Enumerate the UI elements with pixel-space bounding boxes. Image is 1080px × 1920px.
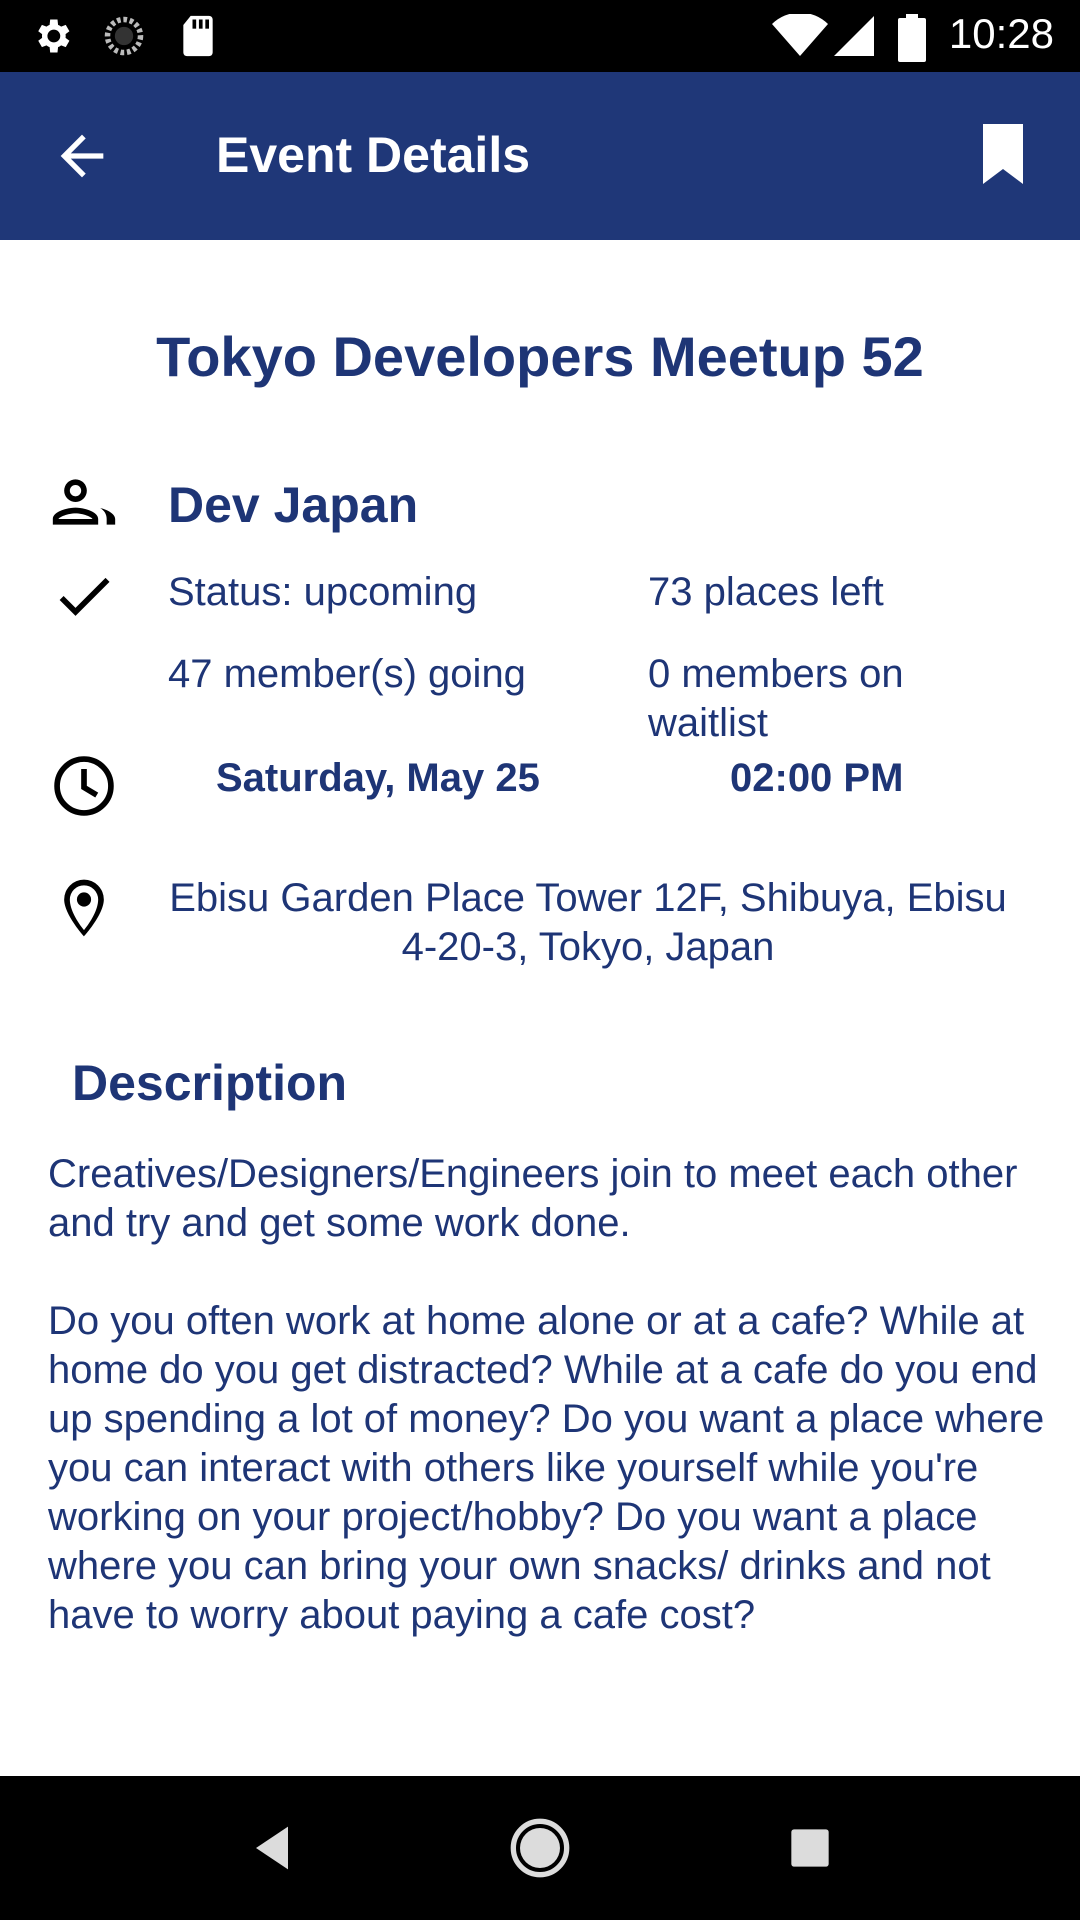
description-text: Creatives/Designers/Engineers join to me… [48,1152,1045,1637]
check-icon [59,577,110,616]
system-nav-bar [0,1776,1080,1920]
page-title: Event Details [216,127,531,183]
event-time: 02:00 PM [730,756,904,800]
event-address[interactable]: Ebisu Garden Place Tower 12F, Shibuya, E… [150,874,1026,972]
app-bar: Event Details [0,72,1080,240]
event-details-content: Tokyo Developers Meetup 52 Dev Japan Sta… [0,240,1080,1776]
nav-back-icon[interactable] [240,1816,304,1880]
wifi-icon [772,14,828,56]
group-icon [52,479,116,525]
battery-icon [898,14,926,62]
event-date: Saturday, May 25 [216,756,540,800]
location-pin-icon [64,879,104,937]
event-title: Tokyo Developers Meetup 52 [156,325,924,388]
signal-icon [834,16,874,56]
members-going: 47 member(s) going [168,652,526,696]
sd-card-icon [183,15,213,57]
event-status: Status: upcoming [168,570,478,614]
waitlist-count: 0 members on waitlist [648,652,904,745]
gear-icon [38,19,70,53]
group-name[interactable]: Dev Japan [168,476,418,534]
nav-home-icon[interactable] [508,1816,572,1880]
sync-icon [104,16,144,56]
nav-recents-icon[interactable] [778,1816,842,1880]
bookmark-icon[interactable] [978,124,1028,184]
status-time: 10:28 [948,10,1054,57]
status-bar: 10:28 [0,0,1080,72]
places-left: 73 places left [648,570,884,614]
clock-icon [54,756,114,816]
description-heading: Description [72,1055,348,1111]
arrow-back-icon[interactable] [50,124,114,188]
